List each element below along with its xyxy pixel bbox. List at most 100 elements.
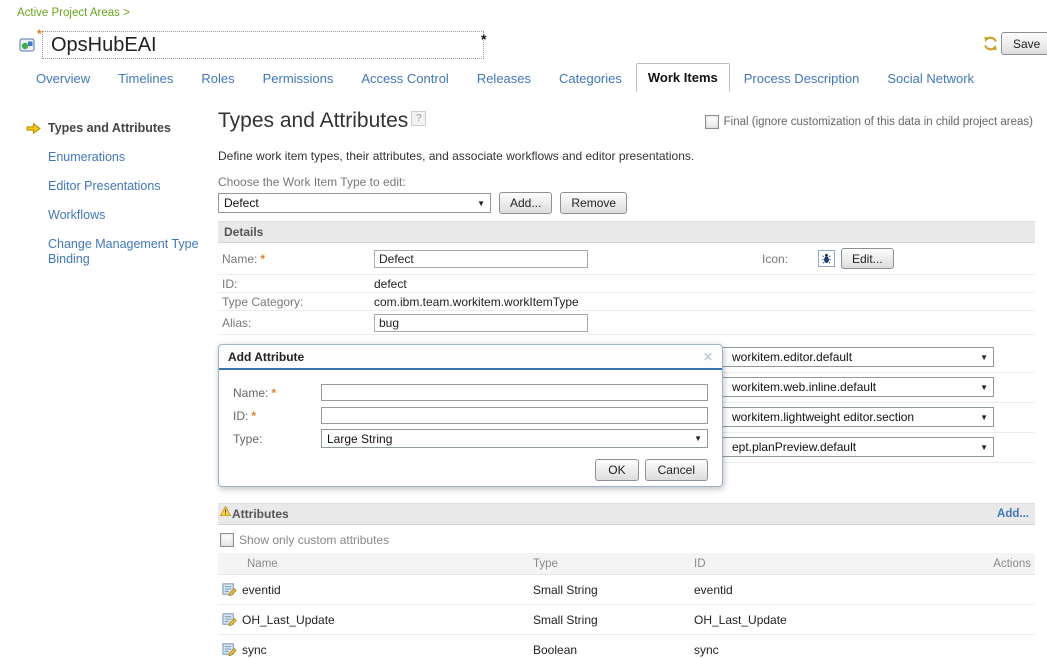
attributes-section-header: Attributes Add... — [218, 503, 1035, 525]
filter-row: Show only custom attributes — [218, 533, 1035, 547]
page-description: Define work item types, their attributes… — [218, 149, 1035, 163]
dialog-type-label: Type: — [233, 432, 321, 446]
dialog-header: Add Attribute ✕ — [219, 345, 722, 370]
attribute-name: eventid — [242, 583, 281, 597]
sidebar-item-enumerations[interactable]: Enumerations — [0, 143, 218, 172]
sidebar-item-label: Change Management Type Binding — [48, 237, 199, 266]
final-option: Final (ignore customization of this data… — [705, 115, 1033, 129]
icon-label: Icon: — [762, 252, 818, 266]
attributes-table: Name Type ID Actions eventid Small Strin… — [218, 553, 1035, 658]
page-title: Types and Attributes — [218, 109, 408, 132]
sidebar-item-label: Types and Attributes — [48, 121, 171, 135]
cancel-button[interactable]: Cancel — [645, 459, 708, 481]
work-item-type-chooser-label: Choose the Work Item Type to edit: — [218, 175, 1035, 189]
dialog-id-label: ID:* — [233, 409, 321, 423]
table-row[interactable]: OH_Last_Update Small String OH_Last_Upda… — [218, 605, 1035, 635]
column-header-name: Name — [218, 558, 533, 570]
column-header-type: Type — [533, 558, 694, 570]
tab-permissions[interactable]: Permissions — [249, 65, 348, 92]
sidebar-item-editor-presentations[interactable]: Editor Presentations — [0, 172, 218, 201]
details-alias-row: Alias: — [218, 311, 1035, 335]
title-required-marker: * — [37, 27, 42, 41]
attribute-id: eventid — [694, 583, 944, 597]
id-label: ID: — [222, 277, 374, 291]
type-name-input[interactable] — [374, 250, 588, 268]
project-name-input[interactable] — [42, 31, 484, 59]
presentation-selected-value: workitem.web.inline.default — [732, 380, 876, 394]
final-checkbox-label: Final (ignore customization of this data… — [724, 116, 1033, 128]
add-attribute-link[interactable]: Add... — [997, 508, 1029, 520]
project-area-icon — [19, 37, 35, 53]
save-button[interactable]: Save — [1001, 32, 1047, 55]
attribute-icon — [222, 642, 237, 657]
sidebar: Types and Attributes Enumerations Editor… — [0, 114, 218, 274]
work-item-type-select[interactable]: Defect ▼ — [218, 193, 491, 213]
unsaved-changes-marker: * — [481, 31, 486, 47]
name-label: Name:* — [222, 252, 374, 266]
attribute-name: sync — [242, 643, 267, 657]
attributes-table-header: Name Type ID Actions — [218, 553, 1035, 575]
dropdown-arrow-icon: ▼ — [974, 353, 988, 362]
warning-icon — [220, 506, 231, 516]
dialog-name-label: Name:* — [233, 386, 321, 400]
ok-button[interactable]: OK — [595, 459, 638, 481]
tab-releases[interactable]: Releases — [463, 65, 545, 92]
id-value: defect — [374, 277, 407, 291]
sidebar-item-change-management-type-binding[interactable]: Change Management Type Binding — [0, 230, 218, 274]
dropdown-arrow-icon: ▼ — [974, 443, 988, 452]
details-type-category-row: Type Category: com.ibm.team.workitem.wor… — [218, 293, 1035, 311]
presentation-selected-value: workitem.editor.default — [732, 350, 852, 364]
tab-process-description[interactable]: Process Description — [730, 65, 874, 92]
alias-input[interactable] — [374, 314, 588, 332]
presentation-selected-value: workitem.lightweight editor.section — [732, 410, 914, 424]
dropdown-arrow-icon: ▼ — [974, 383, 988, 392]
refresh-icon[interactable] — [982, 35, 999, 52]
show-only-custom-attributes-label: Show only custom attributes — [239, 533, 389, 547]
add-attribute-dialog: Add Attribute ✕ Name:* ID:* Type: Large … — [218, 344, 723, 487]
alias-label: Alias: — [222, 316, 374, 330]
sidebar-item-label: Enumerations — [48, 150, 125, 164]
attribute-icon — [222, 612, 237, 627]
table-row[interactable]: eventid Small String eventid — [218, 575, 1035, 605]
attribute-id: sync — [694, 643, 944, 657]
tab-roles[interactable]: Roles — [187, 65, 248, 92]
sidebar-item-label: Editor Presentations — [48, 179, 161, 193]
show-only-custom-attributes-checkbox[interactable] — [220, 533, 234, 547]
details-section-header: Details — [218, 221, 1035, 243]
required-marker: * — [260, 252, 265, 266]
sidebar-item-label: Workflows — [48, 208, 105, 222]
dropdown-arrow-icon: ▼ — [688, 434, 702, 443]
project-area-editor: Active Project Areas > * * Save Overview… — [0, 0, 1047, 658]
breadcrumb[interactable]: Active Project Areas > — [17, 7, 130, 19]
final-checkbox[interactable] — [705, 115, 719, 129]
tab-bar: Overview Timelines Roles Permissions Acc… — [22, 64, 1047, 92]
active-item-arrow-icon — [26, 122, 41, 135]
tab-work-items[interactable]: Work Items — [636, 63, 730, 92]
required-marker: * — [271, 386, 276, 400]
tab-timelines[interactable]: Timelines — [104, 65, 187, 92]
attribute-type: Small String — [533, 613, 694, 627]
presentation-selected-value: ept.planPreview.default — [732, 440, 856, 454]
add-type-button[interactable]: Add... — [499, 192, 552, 214]
dropdown-arrow-icon: ▼ — [471, 199, 485, 208]
attribute-type-select[interactable]: Large String ▼ — [321, 429, 708, 448]
tab-social-network[interactable]: Social Network — [873, 65, 988, 92]
tab-overview[interactable]: Overview — [22, 65, 104, 92]
remove-type-button[interactable]: Remove — [560, 192, 627, 214]
dropdown-arrow-icon: ▼ — [974, 413, 988, 422]
edit-icon-button[interactable]: Edit... — [841, 248, 894, 269]
sidebar-item-types-and-attributes[interactable]: Types and Attributes — [0, 114, 218, 143]
details-id-row: ID: defect — [218, 275, 1035, 293]
attribute-id-input[interactable] — [321, 407, 708, 424]
table-row[interactable]: sync Boolean sync — [218, 635, 1035, 658]
attribute-name-input[interactable] — [321, 384, 708, 401]
close-icon[interactable]: ✕ — [703, 350, 713, 364]
sidebar-item-workflows[interactable]: Workflows — [0, 201, 218, 230]
type-icon-group: Icon: Edit... — [762, 248, 894, 269]
tab-categories[interactable]: Categories — [545, 65, 636, 92]
tab-access-control[interactable]: Access Control — [347, 65, 462, 92]
dialog-title: Add Attribute — [228, 350, 304, 364]
attribute-name: OH_Last_Update — [242, 613, 335, 627]
type-category-label: Type Category: — [222, 295, 374, 309]
help-icon[interactable]: ? — [411, 111, 426, 126]
